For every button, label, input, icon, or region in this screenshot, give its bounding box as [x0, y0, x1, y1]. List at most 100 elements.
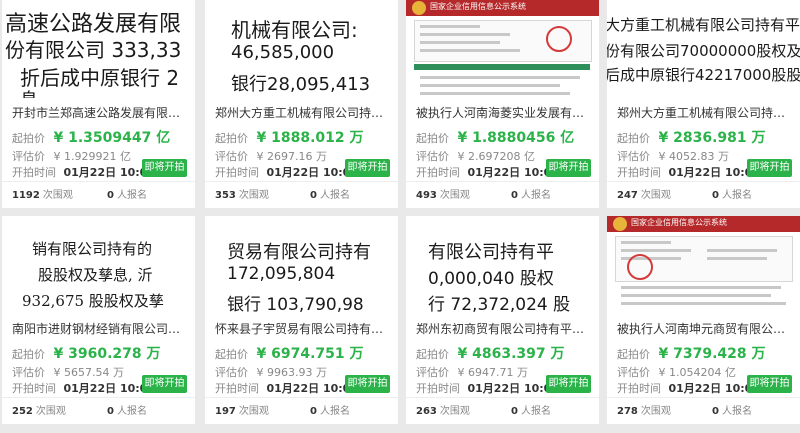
start-soon-button[interactable]: 即将开拍: [345, 159, 390, 177]
start-price-label: 起拍价: [215, 132, 248, 145]
start-time-row: 开拍时间 01月22日 10:00: [617, 164, 760, 180]
start-soon-button[interactable]: 即将开拍: [546, 159, 591, 177]
auction-card[interactable]: 贸易有限公司持有 172,095,804 银行 103,790,98 怀来县子宇…: [205, 216, 398, 424]
start-time-row: 开拍时间 01月22日 10:00: [416, 380, 559, 396]
item-thumbnail[interactable]: 国家企业信用信息公示系统: [406, 0, 599, 98]
views-suffix: 次围观: [640, 190, 671, 201]
auction-card[interactable]: 国家企业信用信息公示系统 被执行人河南坤元商贸有限公司持有平… 起拍价 ¥ 73…: [607, 216, 800, 424]
views-number: 247: [617, 190, 638, 201]
auction-card[interactable]: 机械有限公司: 46,585,000 银行28,095,413 郑州大方重工机械…: [205, 0, 398, 208]
signups-count: 0 人报名: [310, 402, 350, 417]
start-soon-button[interactable]: 即将开拍: [546, 375, 591, 393]
item-title[interactable]: 怀来县子宇贸易有限公司持有平顶山银…: [215, 320, 393, 337]
item-thumbnail[interactable]: 高速公路发展有限 份有限公司 333,33 折后成中原银行 2 息: [2, 0, 195, 98]
thumbnail-text: 息: [20, 86, 38, 98]
item-title[interactable]: 郑州大方重工机械有限公司持有平顶山…: [215, 104, 393, 121]
thumbnail-text: 银行 103,790,98: [227, 295, 364, 314]
start-price-row: 起拍价 ¥ 1.3509447 亿: [12, 127, 170, 147]
start-price-value: ¥ 4863.397 万: [457, 346, 565, 362]
start-time-row: 开拍时间 01月22日 10:00: [215, 380, 358, 396]
eval-price-value: ¥ 5657.54 万: [53, 366, 124, 379]
thumbnail-text: 份有限公司 333,33: [5, 38, 182, 62]
eval-price-row: 评估价 ¥ 2697.16 万: [215, 148, 327, 164]
item-title[interactable]: 郑州东初商贸有限公司持有平顶山银行…: [416, 320, 594, 337]
doc-header: 国家企业信用信息公示系统: [406, 0, 599, 16]
eval-price-value: ¥ 2.697208 亿: [457, 150, 535, 163]
item-title[interactable]: 郑州大方重工机械有限公司持有平顶山…: [617, 104, 795, 121]
card-divider: [406, 181, 599, 182]
eval-price-label: 评估价: [617, 150, 650, 163]
start-price-value: ¥ 3960.278 万: [53, 346, 161, 362]
auction-card[interactable]: 大方重工机械有限公司持有平 份有限公司70000000股权及孳 后成中原银行42…: [607, 0, 800, 208]
item-thumbnail[interactable]: 大方重工机械有限公司持有平 份有限公司70000000股权及孳 后成中原银行42…: [607, 0, 800, 98]
views-suffix: 次围观: [238, 190, 269, 201]
card-divider: [2, 181, 195, 182]
start-soon-button[interactable]: 即将开拍: [142, 375, 187, 393]
start-soon-button[interactable]: 即将开拍: [747, 159, 792, 177]
start-soon-button[interactable]: 即将开拍: [345, 375, 390, 393]
signups-suffix: 人报名: [520, 190, 551, 201]
views-number: 353: [215, 190, 236, 201]
doc-line: [420, 84, 560, 87]
item-title[interactable]: 南阳市进财钢材经销有限公司持有的平…: [12, 320, 190, 337]
eval-price-value: ¥ 4052.83 万: [658, 150, 729, 163]
thumbnail-text: 932,675 股股权及孳: [22, 292, 164, 310]
item-thumbnail[interactable]: 销有限公司持有的 股股权及孳息, 沂 932,675 股股权及孳: [2, 216, 195, 314]
thumbnail-text: 大方重工机械有限公司持有平: [607, 16, 800, 34]
item-thumbnail[interactable]: 机械有限公司: 46,585,000 银行28,095,413: [205, 0, 398, 98]
signups-suffix: 人报名: [721, 190, 752, 201]
auction-card[interactable]: 高速公路发展有限 份有限公司 333,33 折后成中原银行 2 息 开封市兰郑高…: [2, 0, 195, 208]
start-soon-button[interactable]: 即将开拍: [747, 375, 792, 393]
views-count: 353 次围观: [215, 186, 269, 201]
item-thumbnail[interactable]: 有限公司持有平 0,000,040 股权 行 72,372,024 股: [406, 216, 599, 314]
auction-card[interactable]: 销有限公司持有的 股股权及孳息, 沂 932,675 股股权及孳 南阳市进财钢材…: [2, 216, 195, 424]
signups-suffix: 人报名: [319, 190, 350, 201]
card-divider: [406, 397, 599, 398]
views-suffix: 次围观: [439, 406, 470, 417]
thumbnail-text: 有限公司持有平: [428, 242, 554, 263]
eval-price-row: 评估价 ¥ 6947.71 万: [416, 364, 528, 380]
start-price-value: ¥ 1888.012 万: [256, 130, 364, 146]
eval-price-row: 评估价 ¥ 9963.93 万: [215, 364, 327, 380]
eval-price-label: 评估价: [416, 150, 449, 163]
auction-card[interactable]: 有限公司持有平 0,000,040 股权 行 72,372,024 股 郑州东初…: [406, 216, 599, 424]
views-number: 493: [416, 190, 437, 201]
item-title[interactable]: 被执行人河南坤元商贸有限公司持有平…: [617, 320, 795, 337]
signups-number: 0: [511, 406, 518, 417]
start-time-label: 开拍时间: [617, 166, 661, 179]
doc-header: 国家企业信用信息公示系统: [607, 216, 800, 232]
thumbnail-text: 销有限公司持有的: [32, 240, 153, 258]
start-time-label: 开拍时间: [416, 166, 460, 179]
signups-suffix: 人报名: [520, 406, 551, 417]
views-number: 278: [617, 406, 638, 417]
signups-number: 0: [107, 406, 114, 417]
eval-price-label: 评估价: [12, 150, 45, 163]
eval-price-row: 评估价 ¥ 4052.83 万: [617, 148, 729, 164]
item-thumbnail[interactable]: 国家企业信用信息公示系统: [607, 216, 800, 314]
item-title[interactable]: 开封市兰郑高速公路发展有限公司持有…: [12, 104, 190, 121]
item-thumbnail[interactable]: 贸易有限公司持有 172,095,804 银行 103,790,98: [205, 216, 398, 314]
thumbnail-text: 股股权及孳息, 沂: [38, 266, 153, 284]
doc-line: [420, 76, 580, 79]
signups-number: 0: [712, 406, 719, 417]
eval-price-row: 评估价 ¥ 5657.54 万: [12, 364, 124, 380]
thumbnail-text: 份有限公司70000000股权及孳: [607, 42, 800, 60]
views-count: 1192 次围观: [12, 186, 73, 201]
eval-price-row: 评估价 ¥ 1.054204 亿: [617, 364, 736, 380]
doc-system-title: 国家企业信用信息公示系统: [430, 2, 526, 11]
start-price-row: 起拍价 ¥ 7379.428 万: [617, 343, 766, 363]
eval-price-row: 评估价 ¥ 1.929921 亿: [12, 148, 131, 164]
start-soon-button[interactable]: 即将开拍: [142, 159, 187, 177]
eval-price-label: 评估价: [12, 366, 45, 379]
signups-count: 0 人报名: [310, 186, 350, 201]
auction-card[interactable]: 国家企业信用信息公示系统 被执行人河南海菱实业发展有限公司持… 起拍价 ¥ 1.…: [406, 0, 599, 208]
eval-price-label: 评估价: [416, 366, 449, 379]
start-time-row: 开拍时间 01月22日 10:00: [416, 164, 559, 180]
doc-line: [707, 257, 767, 260]
item-title[interactable]: 被执行人河南海菱实业发展有限公司持…: [416, 104, 594, 121]
signups-number: 0: [712, 190, 719, 201]
start-price-row: 起拍价 ¥ 4863.397 万: [416, 343, 565, 363]
stamp-icon: [627, 254, 653, 280]
auction-grid: 高速公路发展有限 份有限公司 333,33 折后成中原银行 2 息 开封市兰郑高…: [0, 0, 800, 433]
doc-line: [420, 33, 510, 36]
